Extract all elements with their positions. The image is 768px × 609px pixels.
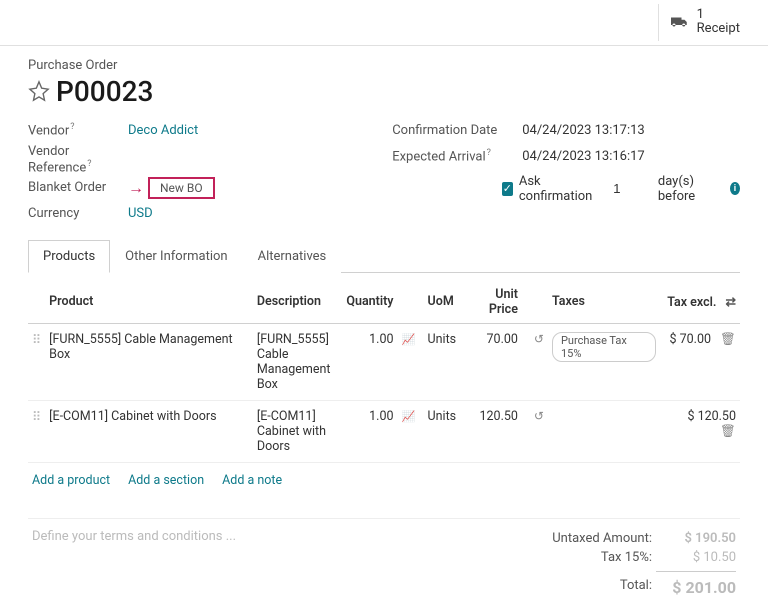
doc-type-label: Purchase Order: [28, 58, 740, 73]
col-description[interactable]: Description: [253, 281, 343, 324]
line-taxexcl: $ 120.50: [687, 409, 736, 424]
blanket-order-value[interactable]: New BO: [148, 177, 215, 199]
line-description[interactable]: [FURN_5555] Cable Management Box: [253, 323, 343, 400]
tab-alternatives[interactable]: Alternatives: [243, 240, 342, 273]
totals: Untaxed Amount: $ 190.50 Tax 15%: $ 10.5…: [516, 529, 736, 599]
line-price[interactable]: 70.00: [487, 332, 518, 347]
ask-confirmation-checkbox[interactable]: ✓: [502, 182, 513, 196]
blanket-label: Blanket Order: [28, 180, 128, 195]
tax-label: Tax 15%:: [601, 550, 652, 565]
untaxed-value: $ 190.50: [666, 531, 736, 546]
confirm-date-label: Confirmation Date: [392, 123, 522, 138]
left-fields: Vendor? Deco Addict Vendor Reference? Bl…: [28, 118, 368, 227]
line-qty[interactable]: 1.00: [342, 400, 397, 462]
line-uom[interactable]: Units: [424, 400, 461, 462]
add-product-link[interactable]: Add a product: [32, 473, 110, 488]
reset-price-icon[interactable]: ↺: [534, 332, 544, 346]
right-fields: Confirmation Date 04/24/2023 13:17:13 Ex…: [392, 118, 740, 227]
add-section-link[interactable]: Add a section: [128, 473, 204, 488]
vendor-ref-label: Vendor Reference: [28, 144, 86, 175]
terms-placeholder[interactable]: Define your terms and conditions ...: [32, 529, 236, 544]
confirm-date-value: 04/24/2023 13:17:13: [522, 123, 645, 138]
total-label: Total:: [620, 578, 652, 597]
drag-handle-icon[interactable]: ⠿: [28, 400, 45, 462]
line-price[interactable]: 120.50: [480, 409, 518, 424]
currency-value[interactable]: USD: [128, 206, 153, 221]
col-taxes[interactable]: Taxes: [548, 281, 660, 324]
forecast-icon[interactable]: 📈: [402, 333, 416, 346]
favorite-star-icon[interactable]: [28, 80, 50, 102]
line-qty[interactable]: 1.00: [342, 323, 397, 400]
expected-value[interactable]: 04/24/2023 13:16:17: [522, 149, 645, 164]
column-settings-icon[interactable]: ⇄: [726, 295, 736, 310]
currency-label: Currency: [28, 206, 128, 221]
tax-value: $ 10.50: [666, 550, 736, 565]
tax-tag[interactable]: Purchase Tax 15%: [552, 332, 656, 362]
line-taxexcl: $ 70.00: [669, 332, 711, 347]
expected-label: Expected Arrival: [392, 150, 485, 165]
doc-number: P00023: [56, 75, 153, 108]
col-product[interactable]: Product: [45, 281, 253, 324]
receipt-label: Receipt: [697, 22, 740, 36]
top-bar: 1 Receipt: [0, 0, 768, 46]
col-tax-excl[interactable]: Tax excl.: [667, 295, 716, 310]
ask-confirmation-label: Ask confirmation: [519, 174, 596, 204]
line-uom[interactable]: Units: [424, 323, 461, 400]
highlight-arrow-icon: →: [128, 178, 144, 198]
order-lines-table: Product Description Quantity UoM Unit Pr…: [28, 281, 740, 463]
receipt-count: 1: [697, 8, 740, 22]
days-input[interactable]: [602, 181, 632, 196]
untaxed-label: Untaxed Amount:: [552, 531, 652, 546]
col-uom[interactable]: UoM: [424, 281, 461, 324]
add-note-link[interactable]: Add a note: [222, 473, 282, 488]
total-value: $ 201.00: [666, 578, 736, 597]
days-before-label: day(s) before: [658, 174, 718, 204]
forecast-icon[interactable]: 📈: [402, 410, 416, 423]
vendor-label: Vendor: [28, 124, 69, 139]
tab-products[interactable]: Products: [28, 240, 110, 273]
col-quantity[interactable]: Quantity: [342, 281, 397, 324]
add-links: Add a product Add a section Add a note: [28, 463, 740, 498]
tab-other-information[interactable]: Other Information: [110, 240, 242, 273]
line-description[interactable]: [E-COM11] Cabinet with Doors: [253, 400, 343, 462]
line-product[interactable]: [E-COM11] Cabinet with Doors: [45, 400, 253, 462]
col-unit-price[interactable]: Unit Price: [460, 281, 522, 324]
tabs: Products Other Information Alternatives: [28, 239, 740, 273]
table-row[interactable]: ⠿ [E-COM11] Cabinet with Doors [E-COM11]…: [28, 400, 740, 462]
tax-cell[interactable]: [548, 400, 660, 462]
info-icon[interactable]: i: [730, 182, 740, 195]
table-row[interactable]: ⠿ [FURN_5555] Cable Management Box [FURN…: [28, 323, 740, 400]
delete-line-icon[interactable]: 🗑: [720, 332, 736, 347]
receipt-stat-button[interactable]: 1 Receipt: [658, 4, 752, 41]
vendor-value[interactable]: Deco Addict: [128, 123, 198, 138]
reset-price-icon[interactable]: ↺: [534, 409, 544, 423]
delete-line-icon[interactable]: 🗑: [720, 424, 736, 439]
line-product[interactable]: [FURN_5555] Cable Management Box: [45, 323, 253, 400]
drag-handle-icon[interactable]: ⠿: [28, 323, 45, 400]
truck-icon: [671, 15, 689, 29]
